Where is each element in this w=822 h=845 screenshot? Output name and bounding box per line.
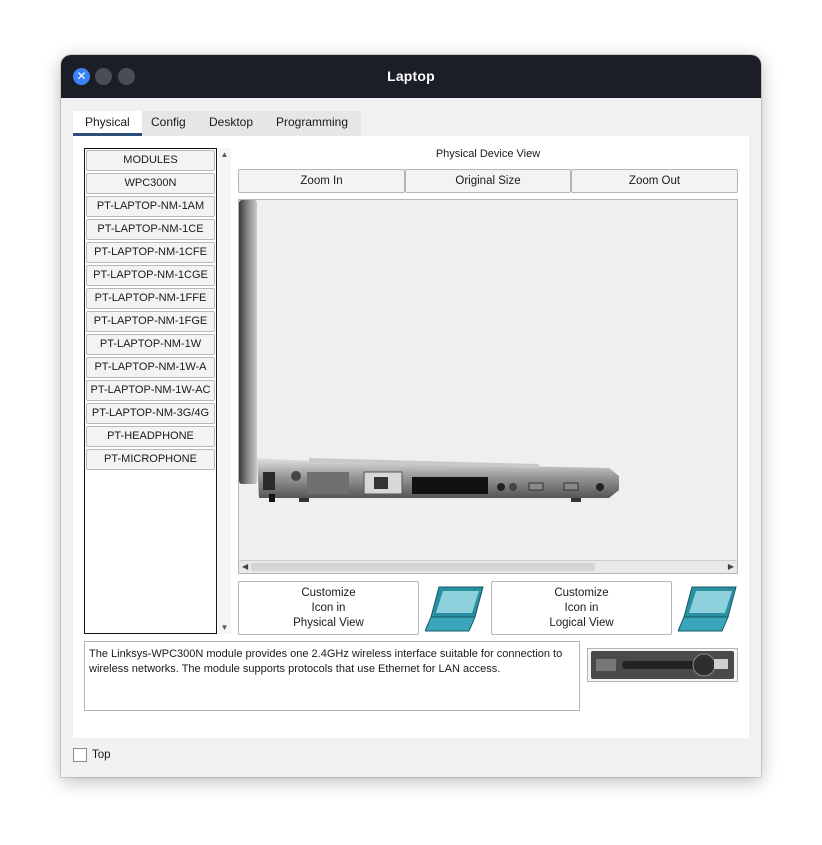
zoom-in-button[interactable]: Zoom In (238, 169, 405, 193)
modules-list[interactable]: MODULES WPC300N PT-LAPTOP-NM-1AM PT-LAPT… (84, 148, 217, 634)
module-item[interactable]: PT-HEADPHONE (86, 426, 215, 447)
tab-bar: Physical Config Desktop Programming (73, 111, 361, 136)
laptop-logical-icon (678, 586, 737, 632)
module-item[interactable]: PT-LAPTOP-NM-1FGE (86, 311, 215, 332)
scroll-up-icon[interactable]: ▲ (220, 150, 229, 159)
modules-scrollbar[interactable]: ▲ ▼ (218, 148, 231, 634)
customize-physical-line-2: Icon in (311, 602, 346, 614)
scroll-left-icon[interactable]: ◀ (242, 562, 248, 571)
physical-panel: MODULES WPC300N PT-LAPTOP-NM-1AM PT-LAPT… (73, 136, 749, 738)
module-item[interactable]: PT-LAPTOP-NM-1CFE (86, 242, 215, 263)
customize-logical-icon-button[interactable]: Customize Icon in Logical View (491, 581, 672, 635)
scroll-thumb[interactable] (251, 563, 595, 571)
module-item[interactable]: PT-LAPTOP-NM-1FFE (86, 288, 215, 309)
module-item[interactable]: PT-MICROPHONE (86, 449, 215, 470)
viewport-horizontal-scrollbar[interactable]: ◀ ▶ (239, 560, 737, 573)
tab-desktop[interactable]: Desktop (197, 111, 265, 136)
tab-physical[interactable]: Physical (73, 111, 142, 136)
module-item[interactable]: PT-LAPTOP-NM-1W-A (86, 357, 215, 378)
scroll-right-icon[interactable]: ▶ (728, 562, 734, 571)
module-item[interactable]: PT-LAPTOP-NM-1CE (86, 219, 215, 240)
physical-device-viewport[interactable]: ◀ ▶ (238, 199, 738, 574)
customize-physical-icon-button[interactable]: Customize Icon in Physical View (238, 581, 419, 635)
customize-physical-line-3: Physical View (293, 617, 364, 629)
module-item[interactable]: PT-LAPTOP-NM-3G/4G (86, 403, 215, 424)
customize-logical-line-3: Logical View (549, 617, 614, 629)
customize-logical-line-1: Customize (554, 587, 609, 599)
laptop-physical-icon (425, 586, 484, 632)
module-description: The Linksys-WPC300N module provides one … (84, 641, 580, 711)
laptop-side-image (239, 200, 619, 502)
scroll-down-icon[interactable]: ▼ (220, 623, 229, 632)
window-title: Laptop (387, 68, 435, 84)
module-item[interactable]: PT-LAPTOP-NM-1W-AC (86, 380, 215, 401)
top-label: Top (92, 749, 111, 761)
laptop-window: ✕ Laptop Physical Config Desktop Program… (61, 55, 761, 777)
module-item[interactable]: PT-LAPTOP-NM-1CGE (86, 265, 215, 286)
module-card-image (591, 651, 734, 679)
top-checkbox[interactable] (73, 748, 87, 762)
tab-programming[interactable]: Programming (264, 111, 360, 136)
module-item[interactable]: PT-LAPTOP-NM-1AM (86, 196, 215, 217)
zoom-out-button[interactable]: Zoom Out (571, 169, 738, 193)
module-thumbnail (587, 648, 738, 682)
customize-physical-line-1: Customize (301, 587, 356, 599)
customize-logical-line-2: Icon in (564, 602, 599, 614)
module-item[interactable]: PT-LAPTOP-NM-1W (86, 334, 215, 355)
module-item[interactable]: WPC300N (86, 173, 215, 194)
tab-config[interactable]: Config (139, 111, 198, 136)
modules-header-button[interactable]: MODULES (86, 150, 215, 171)
physical-device-view-label: Physical Device View (435, 148, 541, 160)
original-size-button[interactable]: Original Size (405, 169, 571, 193)
title-bar[interactable]: ✕ Laptop (61, 55, 761, 98)
